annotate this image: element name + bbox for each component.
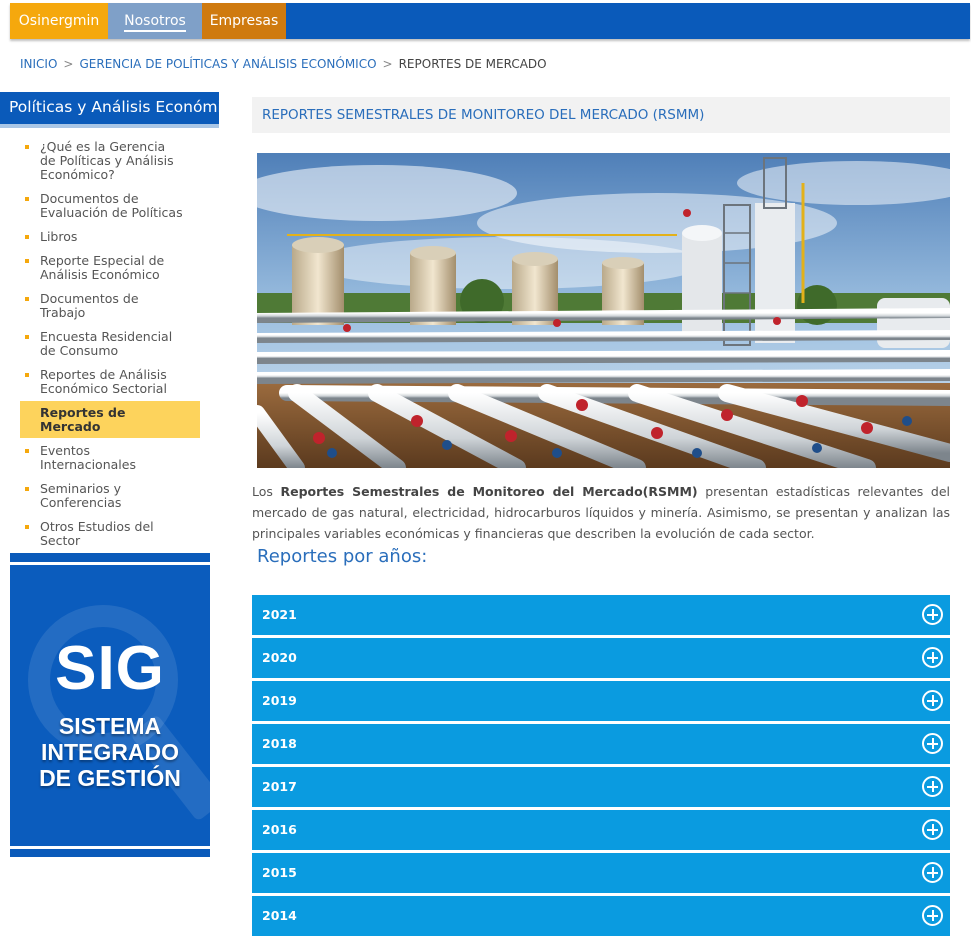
expand-plus-icon[interactable] [922,690,943,711]
expand-plus-icon[interactable] [922,905,943,926]
year-label: 2015 [262,865,297,880]
sidebar-item-line: Otros Estudios del [40,519,154,534]
pipeline-illustration [257,153,950,468]
year-label: 2014 [262,908,297,923]
nav-tab-empresas[interactable]: Empresas [202,3,286,39]
sig-banner-inner: SIG SISTEMA INTEGRADO DE GESTIÓN [10,562,210,849]
expand-plus-icon[interactable] [922,604,943,625]
sidebar-item-line: Encuesta Residencial [40,329,173,344]
expand-plus-icon[interactable] [922,647,943,668]
sidebar-item-line: ¿Qué es la Gerencia [40,139,166,154]
breadcrumb-separator: > [382,57,393,71]
year-accordion-2016[interactable]: 2016 [252,810,950,850]
sidebar-item[interactable]: Encuesta Residencial de Consumo [20,330,200,358]
year-label: 2020 [262,650,297,665]
sidebar-item[interactable]: Reportes de Mercado [20,401,200,438]
sidebar-item-line: Trabajo [40,305,86,320]
nav-tab-osinergmin[interactable]: Osinergmin [10,3,108,39]
desc-prefix: Los [252,484,281,499]
sig-line-2: INTEGRADO [41,739,179,765]
expand-plus-icon[interactable] [922,862,943,883]
breadcrumb-current: REPORTES DE MERCADO [398,57,547,71]
year-label: 2021 [262,607,297,622]
sig-line-1: SISTEMA [58,713,162,739]
sidebar-item[interactable]: Reporte Especial de Análisis Económico [20,254,200,282]
hero-image [257,153,950,468]
sidebar-item-line: Reporte Especial de [40,253,165,268]
year-accordion-2020[interactable]: 2020 [252,638,950,678]
sidebar-item-line: de Políticas y Análisis [40,153,174,168]
year-accordion-2019[interactable]: 2019 [252,681,950,721]
year-accordion-2017[interactable]: 2017 [252,767,950,807]
year-accordion-2021[interactable]: 2021 [252,595,950,635]
expand-plus-icon[interactable] [922,733,943,754]
expand-plus-icon[interactable] [922,819,943,840]
year-label: 2019 [262,693,297,708]
sidebar-item-line: Libros [40,229,78,244]
year-accordion-2015[interactable]: 2015 [252,853,950,893]
sidebar-item-line: Internacionales [40,457,136,472]
expand-plus-icon[interactable] [922,776,943,797]
sidebar-item-line: Conferencias [40,495,122,510]
sidebar-item[interactable]: ¿Qué es la Gerencia de Políticas y Anális… [20,140,200,182]
nav-tab-nosotros-label: Nosotros [124,13,186,32]
sidebar-item[interactable]: Libros [20,230,200,244]
sidebar-item[interactable]: Documentos de Evaluación de Políticas [20,192,200,220]
sidebar-item-line: Seminarios y [40,481,121,496]
year-label: 2016 [262,822,297,837]
sidebar-item-line: Económico Sectorial [40,381,167,396]
sig-line-3: DE GESTIÓN [39,765,181,791]
sidebar-item[interactable]: Eventos Internacionales [20,444,200,472]
year-accordion-2014[interactable]: 2014 [252,896,950,936]
sidebar-item-line: Eventos [40,443,90,458]
year-label: 2018 [262,736,297,751]
sidebar-item-line: Económico? [40,167,115,182]
year-label: 2017 [262,779,297,794]
desc-bold: Reportes Semestrales de Monitoreo del Me… [280,484,698,499]
breadcrumb-inicio[interactable]: INICIO [20,57,57,71]
top-nav-bar: Osinergmin Nosotros Empresas [10,3,970,39]
years-heading: Reportes por años: [257,546,428,567]
sidebar-item-line: Evaluación de Políticas [40,205,183,220]
breadcrumb-separator: > [63,57,74,71]
sidebar-item[interactable]: Seminarios y Conferencias [20,482,200,510]
sidebar-menu: ¿Qué es la Gerencia de Políticas y Anális… [20,140,200,558]
sidebar-item-line: Documentos de [40,191,139,206]
sidebar-item-line: Documentos de [40,291,139,306]
sig-logo-text: SIG [55,634,165,703]
sidebar-item-line: Reportes de [40,405,126,420]
breadcrumb-gerencia[interactable]: GERENCIA DE POLÍTICAS Y ANÁLISIS ECONÓMI… [79,57,376,71]
nav-tab-nosotros[interactable]: Nosotros [108,3,202,39]
sig-banner[interactable]: SIG SISTEMA INTEGRADO DE GESTIÓN [10,553,210,857]
sidebar-item-line: de Consumo [40,343,119,358]
page-title: REPORTES SEMESTRALES DE MONITOREO DEL ME… [252,97,950,133]
breadcrumb: INICIO > GERENCIA DE POLÍTICAS Y ANÁLISIS … [20,57,547,71]
sidebar-item[interactable]: Documentos de Trabajo [20,292,200,320]
sidebar-item[interactable]: Otros Estudios del Sector [20,520,200,548]
sidebar-item-line: Sector [40,533,81,548]
sidebar-title: Políticas y Análisis Económico [0,92,240,128]
sidebar-item-line: Análisis Económico [40,267,160,282]
description-paragraph: Los Reportes Semestrales de Monitoreo de… [252,481,950,544]
sidebar-item-line: Reportes de Análisis [40,367,167,382]
sidebar-item[interactable]: Reportes de Análisis Económico Sectorial [20,368,200,396]
sidebar-item-line: Mercado [40,419,101,434]
year-accordion-2018[interactable]: 2018 [252,724,950,764]
